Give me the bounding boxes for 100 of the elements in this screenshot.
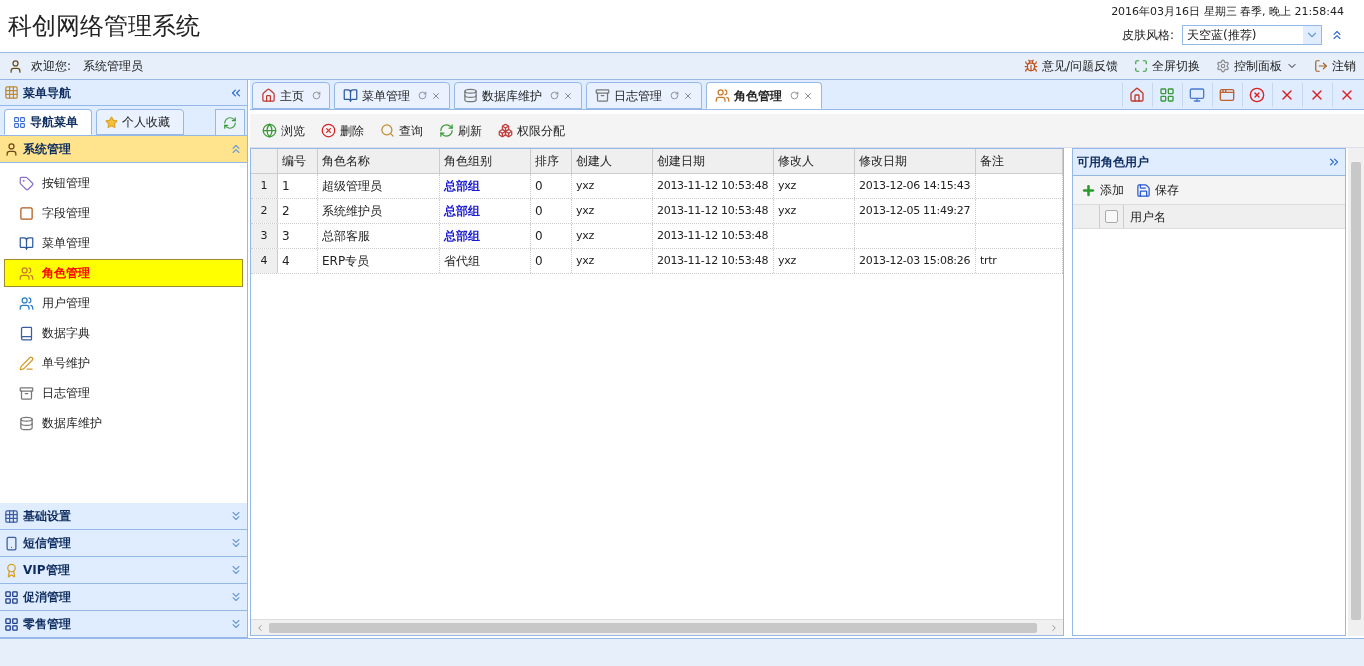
column-header[interactable]: 创建人: [572, 149, 653, 173]
medal-icon: [4, 562, 19, 578]
close-icon[interactable]: [803, 90, 813, 101]
toolbar-button[interactable]: 权限分配: [498, 121, 565, 140]
menu-item[interactable]: 角色管理: [4, 259, 243, 287]
toolbar-button[interactable]: 刷新: [439, 121, 482, 140]
database-icon: [19, 415, 34, 431]
save-icon: [1136, 182, 1151, 198]
table-cell-text: yxz: [576, 227, 594, 244]
close-icon[interactable]: [683, 90, 693, 101]
menu-item[interactable]: 字段管理: [4, 199, 243, 227]
panel-button[interactable]: 保存: [1136, 181, 1179, 199]
expand-icon[interactable]: [1327, 155, 1341, 169]
expand-icon: [229, 509, 243, 523]
group-label: 基础设置: [23, 508, 71, 525]
menu-item[interactable]: 数据库维护: [4, 409, 243, 437]
home-icon: [1128, 87, 1145, 103]
close-icon[interactable]: [563, 90, 573, 101]
menu-item[interactable]: 用户管理: [4, 289, 243, 317]
cubes-icon: [498, 123, 513, 138]
table-cell-text: 2013-11-12 10:53:48: [657, 252, 769, 269]
column-header[interactable]: 用户名: [1124, 207, 1172, 226]
settings-icon: [1216, 59, 1230, 73]
row-number: 4: [251, 249, 278, 273]
table-cell-text: 0: [535, 228, 543, 245]
menu-item[interactable]: 单号维护: [4, 349, 243, 377]
accordion-header[interactable]: VIP管理: [0, 557, 247, 584]
table-cell-text: yxz: [778, 252, 796, 269]
menu-item[interactable]: 菜单管理: [4, 229, 243, 257]
column-header[interactable]: 编号: [278, 149, 318, 173]
tab[interactable]: 日志管理: [586, 82, 702, 109]
accordion-header[interactable]: 短信管理: [0, 530, 247, 557]
database-icon: [463, 88, 478, 103]
table-cell-text: yxz: [576, 252, 594, 269]
header-action[interactable]: 注销: [1314, 57, 1356, 75]
add-icon: [1081, 182, 1096, 198]
column-header[interactable]: 修改日期: [855, 149, 976, 173]
accordion-header[interactable]: 零售管理: [0, 611, 247, 638]
checkbox[interactable]: [1105, 210, 1118, 223]
tab[interactable]: 角色管理: [706, 82, 822, 109]
sidebar-tab[interactable]: 导航菜单: [4, 109, 92, 135]
group-label: 短信管理: [23, 535, 71, 552]
skin-label: 皮肤风格:: [1121, 26, 1174, 44]
table-cell-text: 总部组: [444, 228, 480, 245]
header-action[interactable]: 控制面板: [1216, 57, 1298, 75]
refresh-button[interactable]: [215, 109, 245, 135]
column-header[interactable]: 角色组别: [440, 149, 531, 173]
menu-item[interactable]: 日志管理: [4, 379, 243, 407]
column-header[interactable]: 创建日期: [653, 149, 774, 173]
user-icon: [8, 58, 23, 74]
column-header[interactable]: 排序: [531, 149, 572, 173]
column-header[interactable]: 备注: [976, 149, 1063, 173]
scroll-left-icon[interactable]: [255, 622, 265, 633]
panel-button[interactable]: 添加: [1081, 181, 1124, 199]
reload-icon[interactable]: [670, 91, 679, 100]
reload-icon[interactable]: [418, 91, 427, 100]
tab[interactable]: 菜单管理: [334, 82, 450, 109]
table-cell-text: 2: [282, 203, 290, 220]
star-icon: [105, 115, 118, 129]
table-cell-text: 2013-12-06 14:15:43: [859, 177, 971, 194]
globe-icon: [262, 123, 277, 138]
grid-icon: [1158, 87, 1175, 103]
accordion-header[interactable]: 系统管理: [0, 136, 247, 163]
sidebar-tab[interactable]: 个人收藏: [96, 109, 184, 135]
grid-icon: [4, 508, 19, 524]
book-icon: [19, 325, 34, 341]
table-cell-text: 3: [282, 228, 290, 245]
toolbar-button[interactable]: 删除: [321, 121, 364, 140]
scroll-right-icon[interactable]: [1049, 622, 1059, 633]
toolbar-button[interactable]: 查询: [380, 121, 423, 140]
reload-icon[interactable]: [312, 91, 321, 100]
toolbar-button[interactable]: 浏览: [262, 121, 305, 140]
welcome-text: 欢迎您:: [31, 58, 72, 75]
users-icon: [19, 295, 34, 311]
menu-item[interactable]: 数据字典: [4, 319, 243, 347]
horizontal-scrollbar[interactable]: [251, 619, 1063, 635]
header-action[interactable]: 全屏切换: [1134, 57, 1200, 75]
table-cell-text: 0: [535, 178, 543, 195]
column-header[interactable]: 角色名称: [318, 149, 440, 173]
vertical-scrollbar[interactable]: [1348, 148, 1364, 636]
logout-icon: [1314, 59, 1328, 73]
bug-icon: [1023, 59, 1038, 73]
menu-item[interactable]: 按钮管理: [4, 169, 243, 197]
table-cell-text: 0: [535, 253, 543, 270]
reload-icon[interactable]: [550, 91, 559, 100]
group-label: 系统管理: [23, 141, 71, 158]
squares-icon: [4, 616, 19, 632]
tab[interactable]: 主页: [252, 82, 330, 109]
accordion-header[interactable]: 基础设置: [0, 503, 247, 530]
close-icon[interactable]: [431, 90, 441, 101]
book-icon: [19, 235, 34, 251]
skin-dropdown[interactable]: 天空蓝(推荐): [1182, 24, 1322, 45]
refresh-icon: [439, 123, 454, 138]
table-cell-text: 2013-11-12 10:53:48: [657, 227, 769, 244]
tab[interactable]: 数据库维护: [454, 82, 582, 109]
header-action[interactable]: 意见/问题反馈: [1023, 57, 1118, 75]
reload-icon[interactable]: [790, 91, 799, 100]
accordion-header[interactable]: 促消管理: [0, 584, 247, 611]
row-number: 2: [251, 199, 278, 223]
column-header[interactable]: 修改人: [774, 149, 855, 173]
